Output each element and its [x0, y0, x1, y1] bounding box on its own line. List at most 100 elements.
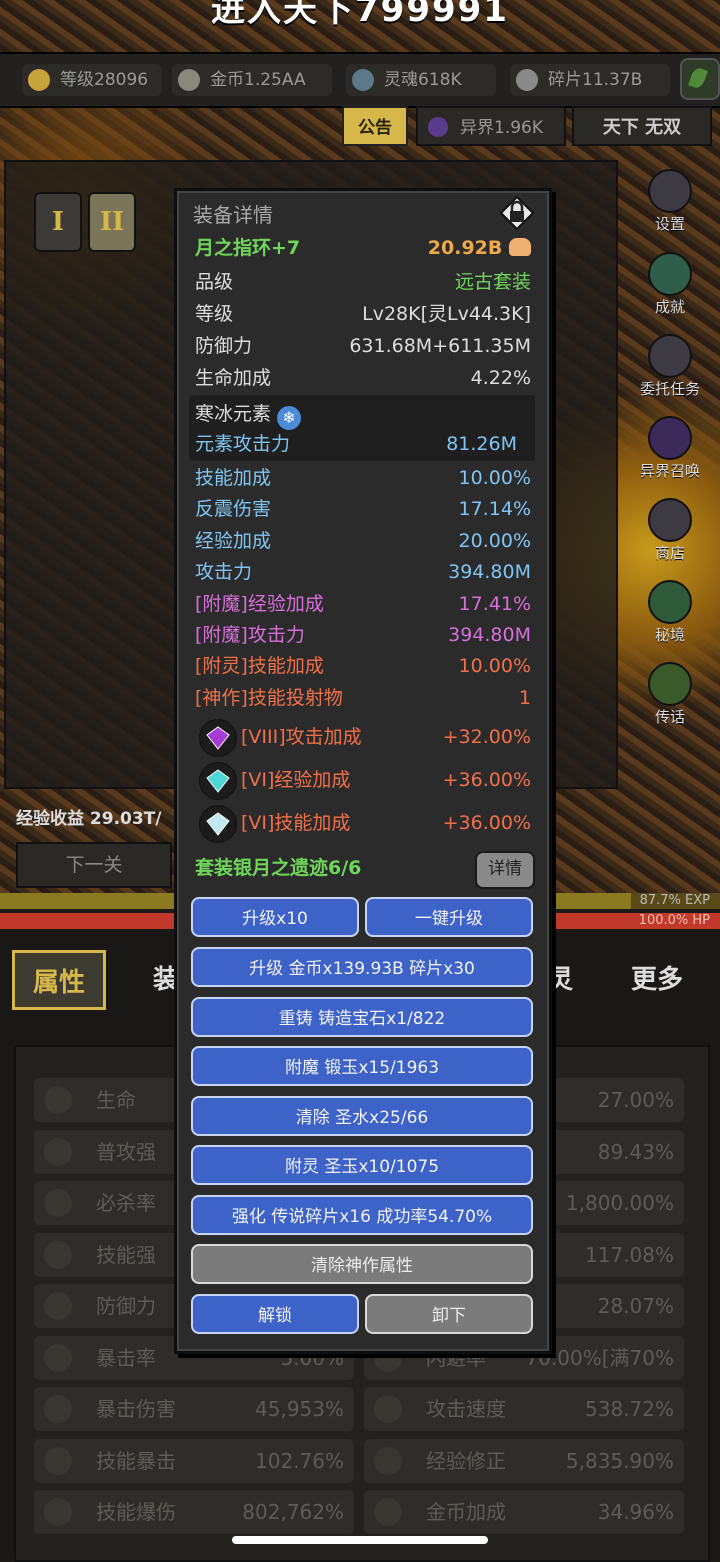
affix-value: 20.00%	[458, 529, 531, 552]
strengthen-button[interactable]: 强化 传说碎片x16 成功率54.70%	[191, 1195, 533, 1235]
affix-value: 1	[518, 686, 531, 709]
upgrade-cost-button[interactable]: 升级 金币x139.93B 碎片x30	[191, 947, 533, 987]
scroll-icon	[648, 334, 692, 378]
unlock-button[interactable]: 解锁	[191, 1294, 359, 1334]
set-detail-button[interactable]: 详情	[475, 851, 535, 889]
side-item-message[interactable]: 传话	[630, 658, 710, 728]
base-stat-row: 防御力 631.68M+611.35M	[195, 331, 531, 361]
base-stat-row: 等级 Lv28K[灵Lv44.3K]	[195, 299, 531, 329]
affix-label: [附魔]经验加成	[195, 592, 324, 615]
shield-icon	[44, 1292, 72, 1320]
side-item-settings[interactable]: 设置	[630, 165, 710, 235]
enchant-button[interactable]: 附魔 锻玉x15/1963	[191, 1046, 533, 1086]
attribute-row: 技能暴击 102.76%	[34, 1438, 354, 1483]
resource-soul: 灵魂618K	[346, 64, 496, 96]
attribute-value: 5,835.90%	[565, 1448, 674, 1473]
affix-label: 经验加成	[195, 529, 272, 552]
gem-label: [VI]经验加成	[241, 769, 351, 791]
spirit-attach-button[interactable]: 附灵 圣玉x10/1075	[191, 1145, 533, 1185]
attribute-value: 28.07%	[597, 1294, 674, 1318]
attribute-name: 暴击率	[96, 1345, 156, 1370]
cyan-gem-icon	[199, 762, 237, 800]
attribute-value: 117.08%	[585, 1242, 674, 1267]
reforge-button[interactable]: 重铸 铸造宝石x1/822	[191, 997, 533, 1037]
gem-row: [VI]技能加成 +36.00%	[241, 805, 531, 841]
next-stage-button[interactable]: 下一关	[16, 842, 172, 888]
crit-damage-icon	[44, 1395, 72, 1423]
item-name: 月之指环+7	[195, 237, 301, 259]
side-item-achievements[interactable]: 成就	[630, 248, 710, 318]
swords-icon	[374, 1395, 402, 1423]
resource-gold: 金币1.25AA	[172, 64, 332, 96]
side-item-shop[interactable]: 商店	[630, 494, 710, 564]
attribute-row: 经验修正 5,835.90%	[364, 1438, 684, 1483]
affix-label: 技能加成	[195, 467, 272, 489]
side-item-secret-realm[interactable]: 秘境	[630, 576, 710, 646]
affix-row: [附灵]技能加成 10.00%	[195, 651, 531, 681]
clear-divine-button[interactable]: 清除神作属性	[191, 1244, 533, 1284]
equipment-detail-dialog: 装备详情 月之指环+7 20.92B 品级 远古套装 等级 Lv28K[灵Lv44.3…	[174, 188, 552, 1354]
resource-level: 等级28096	[22, 64, 162, 96]
leaf-button[interactable]	[680, 58, 720, 100]
horn-icon	[648, 662, 692, 706]
notice-button[interactable]: 公告	[342, 106, 408, 146]
stat-label: 品级	[195, 271, 234, 293]
element-name: 寒冰元素	[195, 403, 272, 425]
affix-row: [神作]技能投射物 1	[195, 683, 531, 713]
strength-arm-icon	[509, 238, 531, 256]
set-bonus-label: 套装银月之遗迹6/6	[195, 857, 362, 879]
affix-row: 经验加成 20.00%	[195, 526, 531, 556]
crown-icon	[374, 1446, 402, 1475]
attribute-value: 1,800.00%	[565, 1191, 674, 1215]
upgrade-x10-button[interactable]: 升级x10	[191, 897, 359, 937]
stat-label: 防御力	[195, 335, 253, 357]
stat-value: 631.68M+611.35M	[349, 335, 531, 357]
shard-icon	[516, 69, 538, 91]
attribute-name: 攻击速度	[426, 1397, 506, 1421]
tab-more[interactable]: 更多	[612, 950, 702, 1010]
star-icon	[648, 252, 692, 296]
otherworld-button[interactable]: 异界1.96K	[416, 106, 566, 146]
coin-icon	[374, 1498, 402, 1526]
affix-row: [附魔]经验加成 17.41%	[195, 589, 531, 619]
affix-label: [附魔]攻击力	[195, 624, 305, 646]
gem-value: +32.00%	[442, 726, 531, 748]
element-name-row: 寒冰元素 ❄	[195, 399, 517, 430]
exp-text: 87.7% EXP	[639, 893, 710, 908]
lock-icon[interactable]	[499, 195, 535, 231]
clear-button[interactable]: 清除 圣水x25/66	[191, 1096, 533, 1136]
affix-value: 394.80M	[448, 624, 531, 646]
item-name-row: 月之指环+7 20.92B	[195, 233, 531, 263]
affix-value: 10.00%	[458, 467, 531, 489]
stat-value: 4.22%	[470, 367, 531, 389]
home-indicator[interactable]	[232, 1536, 488, 1544]
stat-value: Lv28K[灵Lv44.3K]	[362, 303, 531, 325]
crit-kill-icon	[44, 1189, 72, 1217]
attribute-row: 技能爆伤 802,762%	[34, 1490, 354, 1534]
tab-attributes[interactable]: 属性	[12, 950, 106, 1010]
stat-value: 远古套装	[454, 271, 531, 293]
gear-icon	[648, 169, 692, 213]
element-attack-row: 元素攻击力 81.26M	[195, 433, 517, 455]
unequip-button[interactable]: 卸下	[365, 1294, 533, 1334]
attribute-value: 802,762%	[242, 1500, 344, 1524]
white-gem-icon	[199, 805, 237, 843]
attribute-row: 暴击伤害 45,953%	[34, 1387, 354, 1431]
affix-value: 10.00%	[458, 655, 531, 678]
gem-value: +36.00%	[442, 812, 531, 834]
gem-label: [VI]技能加成	[241, 812, 351, 834]
tab-page-1[interactable]: I	[34, 192, 82, 252]
attribute-name: 防御力	[96, 1294, 156, 1318]
resource-shard: 碎片11.37B	[510, 64, 670, 96]
tianxia-button[interactable]: 天下 无双	[572, 106, 712, 146]
affix-value: 17.14%	[458, 498, 531, 521]
tab-page-2[interactable]: II	[88, 192, 136, 252]
affix-row: 攻击力 394.80M	[195, 557, 531, 587]
attribute-value: 538.72%	[585, 1397, 674, 1421]
affix-label: [神作]技能投射物	[195, 686, 343, 709]
portal-icon	[428, 117, 448, 137]
upgrade-all-button[interactable]: 一键升级	[365, 897, 533, 937]
attribute-name: 经验修正	[426, 1448, 506, 1473]
side-item-summon[interactable]: 异界召唤	[630, 412, 710, 482]
side-item-quests[interactable]: 委托任务	[630, 330, 710, 400]
